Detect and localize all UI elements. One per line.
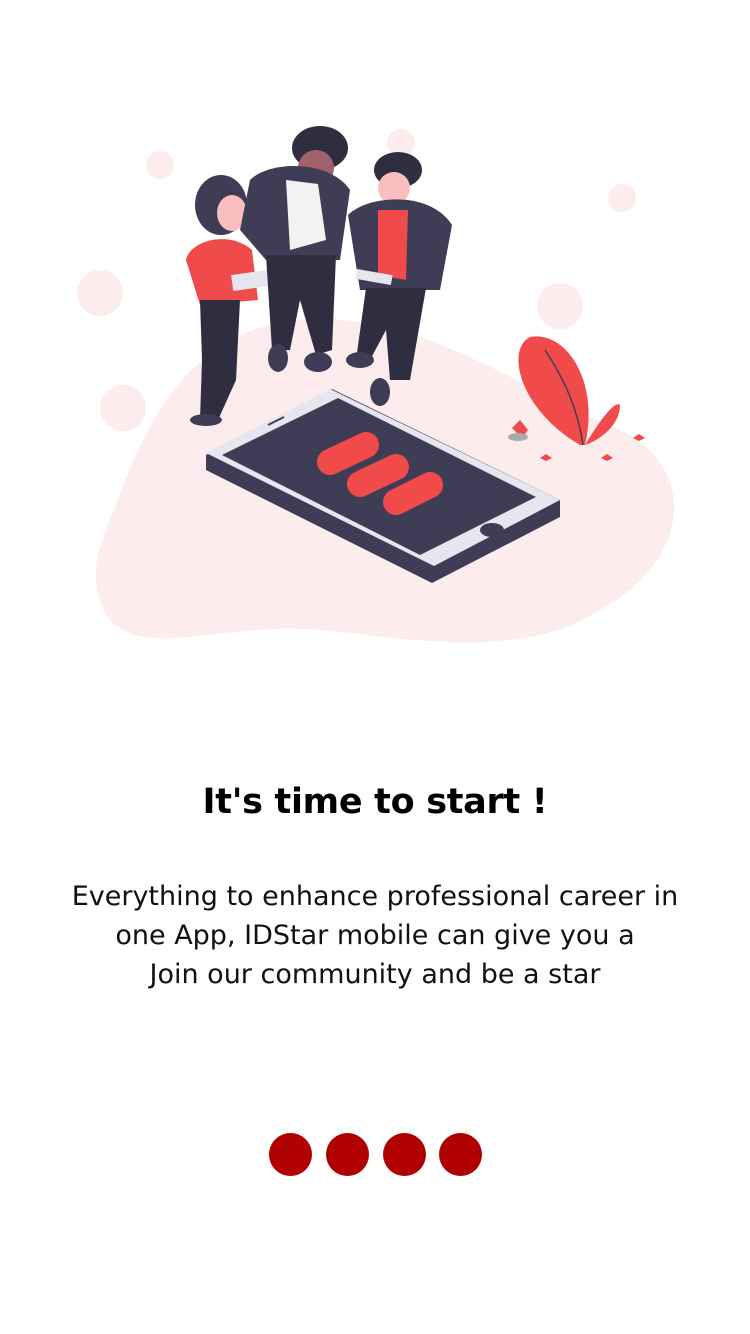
onboarding-title: It's time to start ! <box>202 782 548 822</box>
page-dot-2[interactable] <box>326 1133 369 1176</box>
page-dot-3[interactable] <box>383 1133 426 1176</box>
page-dot-1[interactable] <box>269 1133 312 1176</box>
page-dot-4[interactable] <box>439 1133 482 1176</box>
page-indicator <box>0 1133 750 1176</box>
people-with-phone-illustration <box>77 126 675 643</box>
description-line: Join our community and be a star <box>149 959 601 990</box>
description-line: one App, IDStar mobile can give you a <box>115 920 635 951</box>
onboarding-description: Everything to enhance professional caree… <box>30 877 720 994</box>
description-line: Everything to enhance professional caree… <box>71 881 679 912</box>
